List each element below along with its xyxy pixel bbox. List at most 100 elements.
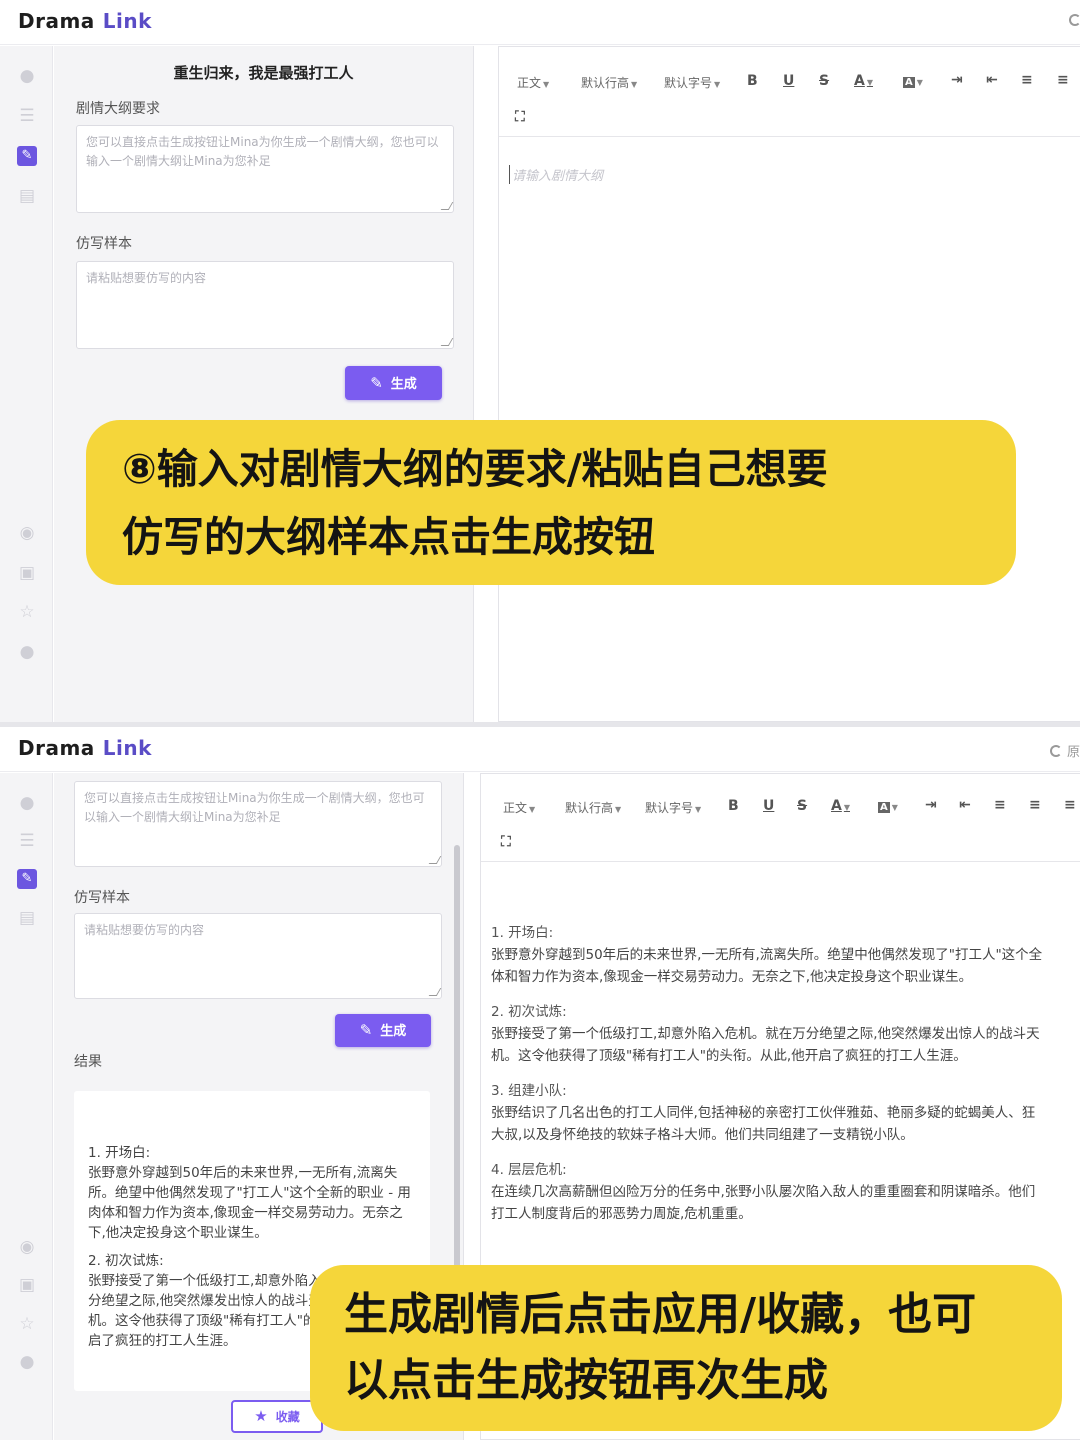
save-icon[interactable]: ▣ [17, 563, 37, 583]
underline-button[interactable]: U [783, 73, 794, 89]
doc-paragraph-title: 2. 初次试炼: [491, 1004, 567, 1020]
doc-paragraph: 3. 组建小队: 张野结识了几名出色的打工人同伴,包括神秘的亲密打工伙伴雅茹、艳… [491, 1080, 1042, 1146]
doc-paragraph-title: 1. 开场白: [491, 925, 554, 941]
pen-icon: ✎ [359, 1021, 373, 1039]
font-size-select[interactable]: 默认字号 ▼ [664, 74, 720, 91]
left-rail: ● ☰ ✎ ▤ ◉ ▣ ☆ ● [0, 773, 53, 1440]
logo-word-link: Link [102, 9, 152, 33]
edit-document-icon[interactable]: ✎ [17, 146, 37, 166]
doc-paragraph: 1. 开场白: 张野意外穿越到50年后的未来世界,一无所有,流离失所。绝望中他偶… [491, 922, 1042, 988]
form-title: 重生归来，我是最强打工人 [173, 64, 354, 82]
editor-toolbar: 正文 ▼ 默认行高 ▼ 默认字号 ▼ B U S A ▼ A ▼ ⇥ ⇤ ≡ ≡ ≡ ⛶ [481, 774, 1080, 862]
align-center-icon[interactable]: ≡ [1029, 797, 1041, 813]
callout-line: 以点击生成按钮再次生成 [344, 1355, 828, 1406]
step-8-callout: ⑧输入对剧情大纲的要求/粘贴自己想要 仿写的大纲样本点击生成按钮 [86, 420, 1016, 585]
result-paragraph: 1. 开场白: 张野意外穿越到50年后的未来世界,一无所有,流离失所。绝望中他偶… [88, 1143, 416, 1243]
app-header: Drama Link [0, 0, 1080, 45]
imitation-sample-input[interactable]: 请粘贴想要仿写的内容 [74, 913, 442, 999]
save-icon[interactable]: ▣ [17, 1275, 37, 1295]
generate-button-label: 生成 [390, 377, 417, 392]
doc-line: 打工人制度背后的邪恶势力周旋,危机重重。 [491, 1206, 752, 1222]
doc-line: 张野结识了几名出色的打工人同伴,包括神秘的亲密打工伙伴雅茹、艳丽多疑的蛇蝎美人、… [491, 1105, 1036, 1121]
imitation-sample-input[interactable]: 请粘贴想要仿写的内容 [76, 261, 454, 349]
bold-button[interactable]: B [747, 73, 758, 89]
font-color-button[interactable]: A ▼ [854, 73, 873, 89]
font-color-button[interactable]: A ▼ [831, 798, 850, 814]
user-list-icon[interactable]: ☰ [17, 106, 37, 126]
eye-icon[interactable]: ◉ [17, 523, 37, 543]
left-rail: ● ☰ ✎ ▤ ◉ ▣ ☆ ● [0, 46, 53, 722]
align-center-icon[interactable]: ≡ [1057, 72, 1069, 88]
generate-button-label: 生成 [380, 1024, 407, 1039]
line-height-select[interactable]: 默认行高 ▼ [581, 74, 637, 91]
star-icon[interactable]: ☆ [17, 602, 37, 622]
doc-paragraph-title: 3. 组建小队: [491, 1083, 567, 1099]
outline-requirement-label: 剧情大纲要求 [76, 101, 160, 117]
editor-toolbar: 正文 ▼ 默认行高 ▼ 默认字号 ▼ B U S A ▼ A ▼ ⇥ ⇤ ≡ ≡ ⛶ [499, 47, 1080, 137]
generate-button[interactable]: ✎ 生成 [345, 366, 442, 400]
editor-document[interactable]: 1. 开场白: 张野意外穿越到50年后的未来世界,一无所有,流离失所。绝望中他偶… [491, 922, 1042, 1238]
logo-word-link: Link [102, 736, 152, 760]
chat-icon[interactable]: ● [17, 1352, 37, 1372]
fullscreen-icon[interactable]: ⛶ [515, 109, 525, 125]
outline-requirement-input[interactable]: 您可以直接点击生成按钮让Mina为你生成一个剧情大纲，您也可以输入一个剧情大纲让… [76, 125, 454, 213]
bold-button[interactable]: B [728, 798, 739, 814]
user-list-icon[interactable]: ☰ [17, 831, 37, 851]
font-size-select[interactable]: 默认字号 ▼ [645, 799, 701, 816]
chat-icon[interactable]: ● [17, 642, 37, 662]
logo-word-drama: Drama [18, 736, 95, 760]
refresh-icon [1049, 745, 1062, 757]
refresh-icon [1069, 14, 1080, 26]
background-color-button[interactable]: A ▼ [878, 798, 898, 814]
outline-requirement-input[interactable]: 您可以直接点击生成按钮让Mina为你生成一个剧情大纲，您也可以输入一个剧情大纲让… [74, 781, 442, 867]
outdent-icon[interactable]: ⇤ [986, 72, 998, 88]
result-paragraph-body: 张野意外穿越到50年后的未来世界,一无所有,流离失所。绝望中他偶然发现了"打工人… [88, 1165, 411, 1241]
indent-icon[interactable]: ⇥ [951, 72, 963, 88]
align-left-icon[interactable]: ≡ [1021, 72, 1033, 88]
strikethrough-button[interactable]: S [797, 798, 807, 814]
indent-icon[interactable]: ⇥ [925, 797, 937, 813]
background-color-button[interactable]: A ▼ [903, 73, 923, 89]
app-logo[interactable]: Drama Link [18, 736, 152, 760]
doc-line: 机。这令他获得了顶级"稀有打工人"的头衔。从此,他开启了疯狂的打工人生涯。 [491, 1048, 967, 1064]
header-right-label: 原 [1066, 745, 1080, 760]
callout-line: 仿写的大纲样本点击生成按钮 [122, 513, 655, 561]
result-paragraph-title: 1. 开场白: [88, 1145, 151, 1161]
screenshot-step-1: Drama Link ● ☰ ✎ ▤ ◉ ▣ ☆ ● 重生归来，我是最强打工人 剧… [0, 0, 1080, 722]
notebook-icon[interactable]: ▤ [17, 908, 37, 928]
edit-document-icon[interactable]: ✎ [17, 869, 37, 889]
outline-form-panel: 重生归来，我是最强打工人 剧情大纲要求 您可以直接点击生成按钮让Mina为你生成… [54, 46, 474, 722]
paragraph-style-select[interactable]: 正文 ▼ [517, 74, 549, 91]
underline-button[interactable]: U [763, 798, 774, 814]
app-logo[interactable]: Drama Link [18, 9, 152, 33]
doc-line: 在连续几次高薪酬但凶险万分的任务中,张野小队屡次陷入敌人的重重圈套和阴谋暗杀。他… [491, 1184, 1036, 1200]
favorite-button-label: 收藏 [275, 1410, 300, 1424]
app-header: Drama Link 原 [0, 727, 1080, 772]
align-right-icon[interactable]: ≡ [1064, 797, 1076, 813]
after-generate-callout: 生成剧情后点击应用/收藏，也可 以点击生成按钮再次生成 [310, 1265, 1062, 1431]
line-height-select[interactable]: 默认行高 ▼ [565, 799, 621, 816]
header-right-action[interactable]: 原 [1049, 741, 1080, 760]
align-left-icon[interactable]: ≡ [994, 797, 1006, 813]
favorite-button[interactable]: ★ 收藏 [231, 1400, 323, 1433]
imitation-sample-label: 仿写样本 [76, 236, 132, 252]
strikethrough-button[interactable]: S [819, 73, 829, 89]
fullscreen-icon[interactable]: ⛶ [501, 834, 511, 850]
eye-icon[interactable]: ◉ [17, 1237, 37, 1257]
editor-placeholder[interactable]: 请输入剧情大纲 [509, 165, 603, 184]
notebook-icon[interactable]: ▤ [17, 186, 37, 206]
doc-line: 张野意外穿越到50年后的未来世界,一无所有,流离失所。绝望中他偶然发现了"打工人… [491, 947, 1043, 963]
star-icon[interactable]: ☆ [17, 1314, 37, 1334]
outdent-icon[interactable]: ⇤ [959, 797, 971, 813]
doc-line: 张野接受了第一个低级打工,却意外陷入危机。就在万分绝望之际,他突然爆发出惊人的战… [491, 1026, 1040, 1042]
header-right-action[interactable] [1069, 14, 1080, 29]
generate-button[interactable]: ✎ 生成 [335, 1014, 431, 1047]
lightbulb-icon[interactable]: ● [17, 66, 37, 86]
paragraph-style-select[interactable]: 正文 ▼ [503, 799, 535, 816]
doc-line: 体和智力作为资本,像现金一样交易劳动力。无奈之下,他决定投身这个职业谋生。 [491, 969, 973, 985]
outline-editor: 正文 ▼ 默认行高 ▼ 默认字号 ▼ B U S A ▼ A ▼ ⇥ ⇤ ≡ ≡ ⛶ 请输… [498, 46, 1080, 722]
callout-line: ⑧输入对剧情大纲的要求/粘贴自己想要 [122, 445, 828, 493]
result-label: 结果 [74, 1054, 102, 1070]
doc-paragraph: 4. 层层危机: 在连续几次高薪酬但凶险万分的任务中,张野小队屡次陷入敌人的重重… [491, 1159, 1042, 1225]
lightbulb-icon[interactable]: ● [17, 793, 37, 813]
